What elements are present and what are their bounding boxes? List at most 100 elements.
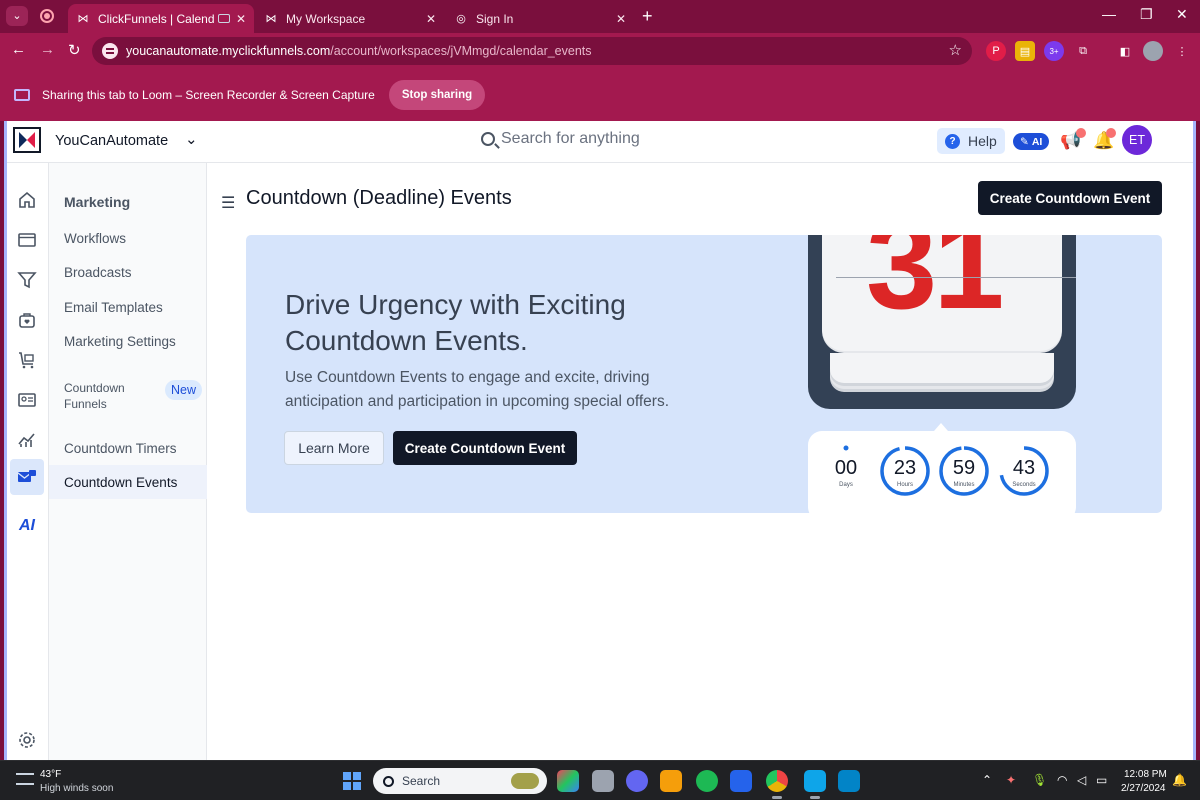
weather-temperature[interactable]: 43°F: [40, 769, 61, 780]
back-icon[interactable]: ←: [11, 41, 26, 58]
subnav-item-broadcasts[interactable]: Broadcasts: [64, 265, 132, 280]
clock-date[interactable]: 2/27/2024: [1121, 783, 1166, 794]
site-info-icon[interactable]: [102, 43, 118, 59]
cart-icon[interactable]: [10, 343, 44, 377]
chrome-icon[interactable]: [766, 770, 788, 799]
subnav-item-countdown-timers[interactable]: Countdown Timers: [64, 441, 177, 456]
side-panel-icon[interactable]: ◧: [1115, 41, 1135, 61]
outlook-icon[interactable]: [804, 770, 826, 799]
battery-icon[interactable]: ▭: [1096, 773, 1107, 787]
stop-sharing-button[interactable]: Stop sharing: [388, 80, 486, 110]
learn-more-button[interactable]: Learn More: [284, 431, 384, 465]
microphone-icon[interactable]: 🎙: [1032, 773, 1047, 787]
timer-unit-hours: 23 Hours: [879, 445, 931, 497]
copilot-app-icon[interactable]: [557, 770, 579, 792]
calendar-illustration: 31: [808, 235, 1076, 409]
wind-weather-icon[interactable]: [16, 773, 34, 785]
subnav-item-marketing-settings[interactable]: Marketing Settings: [64, 334, 176, 349]
close-tab-icon[interactable]: ✕: [426, 12, 436, 26]
close-tab-icon[interactable]: ✕: [616, 12, 626, 26]
browser-tab-my-workspace[interactable]: ⋈ My Workspace ✕: [256, 4, 444, 33]
browser-menu-icon[interactable]: ⋮: [1172, 41, 1192, 61]
clickfunnels-logo-icon[interactable]: [13, 127, 41, 153]
browser-tab-sign-in[interactable]: ◎ Sign In ✕: [446, 4, 634, 33]
page-title: Countdown (Deadline) Events: [246, 187, 512, 209]
subnav-item-workflows[interactable]: Workflows: [64, 231, 126, 246]
search-icon: [383, 775, 394, 787]
settings-icon[interactable]: [10, 723, 44, 757]
hero-create-countdown-event-button[interactable]: Create Countdown Event: [393, 431, 577, 465]
teams-chat-icon[interactable]: [626, 770, 648, 792]
pinterest-extension-icon[interactable]: P: [986, 41, 1006, 61]
tab-search-chevron-icon[interactable]: ⌄: [6, 6, 28, 26]
subnav-item-email-templates[interactable]: Email Templates: [64, 300, 163, 315]
recording-indicator-icon[interactable]: [38, 7, 56, 25]
search-icon: [481, 132, 495, 146]
user-avatar[interactable]: ET: [1122, 125, 1152, 155]
close-window-icon[interactable]: ✕: [1176, 6, 1188, 23]
app-header: YouCanAutomate ⌄ Search for anything ? H…: [7, 121, 1193, 163]
browser-tab-clickfunnels[interactable]: ⋈ ClickFunnels | Calendar Even ✕: [68, 4, 254, 33]
calendar-app-icon[interactable]: [838, 770, 860, 792]
close-tab-icon[interactable]: ✕: [236, 12, 246, 26]
subnav-item-countdown-events[interactable]: Countdown Events: [64, 475, 177, 490]
screen-share-icon: [14, 89, 30, 101]
wifi-icon[interactable]: ◠: [1057, 773, 1067, 787]
contact-card-icon[interactable]: [10, 383, 44, 417]
clock-time[interactable]: 12:08 PM: [1124, 769, 1167, 780]
restore-window-icon[interactable]: ❐: [1140, 6, 1153, 23]
notes-extension-icon[interactable]: ▤: [1015, 41, 1035, 61]
calendar-fold-line: [836, 277, 1076, 278]
hero-banner: Drive Urgency with Exciting Countdown Ev…: [246, 235, 1162, 513]
notifications-bell-icon[interactable]: 🔔: [1172, 773, 1187, 787]
chevron-down-icon[interactable]: ⌄: [185, 130, 198, 148]
task-view-icon[interactable]: [592, 770, 614, 792]
spotify-icon[interactable]: [696, 770, 718, 792]
browser-icon[interactable]: [10, 223, 44, 257]
clickfunnels-favicon-icon: ⋈: [77, 13, 89, 25]
bookmark-star-icon[interactable]: ☆: [949, 41, 962, 59]
globe-favicon-icon: ◎: [456, 13, 466, 25]
create-countdown-event-button[interactable]: Create Countdown Event: [978, 181, 1162, 215]
extension-badge-count: 3+: [1049, 46, 1059, 56]
reload-icon[interactable]: ↻: [68, 41, 81, 59]
profile-avatar-icon[interactable]: [1143, 41, 1163, 61]
tab-title: ClickFunnels | Calendar Even: [98, 11, 214, 26]
extensions-puzzle-icon[interactable]: ⧉: [1073, 41, 1093, 61]
analytics-icon[interactable]: [10, 423, 44, 457]
loom-sharing-bar: Sharing this tab to Loom – Screen Record…: [0, 69, 1200, 121]
address-bar[interactable]: youcanautomate.myclickfunnels.com/accoun…: [92, 37, 972, 65]
windows-start-icon[interactable]: [343, 772, 361, 790]
forward-icon[interactable]: →: [40, 41, 55, 58]
taskbar-search[interactable]: Search: [373, 768, 547, 794]
timer-label: Minutes: [953, 482, 975, 488]
ai-button[interactable]: ✎ AI: [1013, 133, 1050, 150]
minimize-window-icon[interactable]: —: [1102, 6, 1116, 22]
file-explorer-icon[interactable]: [660, 770, 682, 792]
timer-value: 43: [1012, 457, 1036, 479]
word-icon[interactable]: [730, 770, 752, 792]
funnel-icon[interactable]: [10, 263, 44, 297]
search-placeholder: Search for anything: [501, 130, 640, 147]
speaker-icon[interactable]: ◁: [1077, 773, 1086, 787]
home-icon[interactable]: [10, 183, 44, 217]
marketing-icon[interactable]: [10, 459, 44, 495]
help-button[interactable]: ? Help: [937, 128, 1005, 154]
taskbar-search-label: Search: [402, 774, 441, 788]
weather-condition[interactable]: High winds soon: [40, 783, 113, 794]
main-content: ☰ Countdown (Deadline) Events Create Cou…: [208, 163, 1193, 760]
marketing-subnav: Marketing Workflows Broadcasts Email Tem…: [49, 163, 207, 760]
ai-icon[interactable]: AI: [10, 509, 44, 543]
new-tab-icon[interactable]: +: [642, 6, 653, 27]
timer-label: Hours: [896, 482, 913, 488]
announcement-dot: [1076, 128, 1086, 138]
subnav-item-countdown-funnels[interactable]: Countdown Funnels: [64, 380, 125, 412]
hamburger-menu-icon[interactable]: ☰: [221, 193, 235, 213]
subnav-heading: Marketing: [64, 194, 131, 210]
global-search[interactable]: Search for anything: [481, 130, 640, 148]
workspace-name[interactable]: YouCanAutomate: [55, 133, 168, 149]
show-hidden-icons-icon[interactable]: ⌃: [982, 773, 992, 787]
store-icon[interactable]: [10, 303, 44, 337]
dropbox-icon[interactable]: ✦: [1006, 773, 1016, 787]
extension-badge-icon[interactable]: 3+: [1044, 41, 1064, 61]
